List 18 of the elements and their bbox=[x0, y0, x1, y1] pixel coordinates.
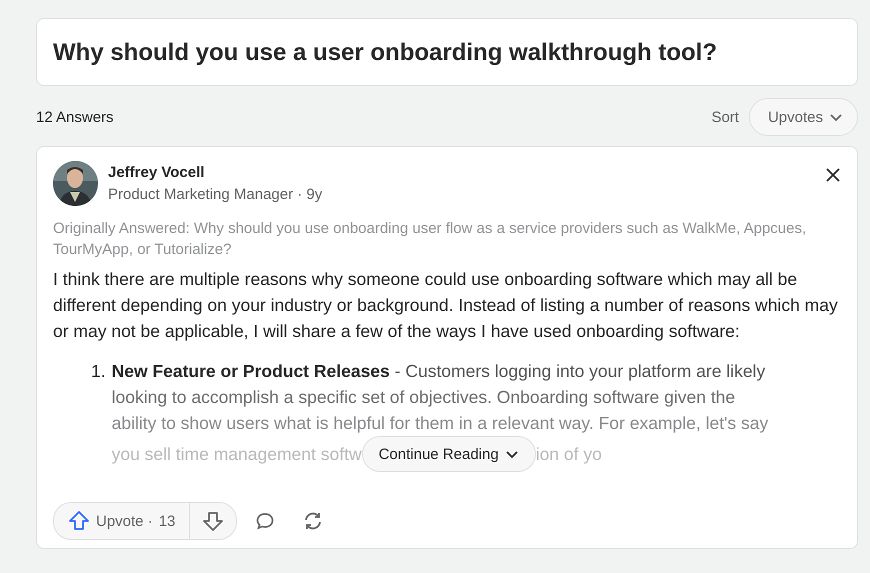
sort-dropdown[interactable]: Upvotes bbox=[748, 98, 858, 136]
continue-reading-button[interactable]: Continue Reading bbox=[362, 436, 536, 472]
author-credential: Product Marketing Manager · 9y bbox=[108, 186, 324, 203]
answer-text-line: ion of yo bbox=[536, 443, 602, 466]
sort-label: Sort bbox=[711, 108, 739, 126]
arrow-up-icon bbox=[68, 510, 90, 532]
answer-text-line: looking to accomplish a specific set of objectives. Onboarding software given the bbox=[112, 386, 736, 409]
author-name[interactable]: Jeffrey Vocell bbox=[108, 164, 815, 181]
close-icon[interactable] bbox=[825, 167, 841, 183]
arrow-down-icon bbox=[202, 510, 224, 532]
answer-text-line: you sell time management softw bbox=[112, 443, 362, 466]
answer-paragraph: I think there are multiple reasons why someone could use onboarding software which may all be different depending on your industry or background. Instead of listing a number of reasons which may or may not be applicable, I will share a few of the ways I have used onboarding software: bbox=[53, 268, 839, 343]
answer-text-line: New Feature or Product Releases - Customers logging into your platform are likely bbox=[112, 360, 766, 383]
list-number: 1. bbox=[91, 360, 106, 383]
answer-text-line: ability to show users what is helpful for them in a relevant way. For example, let's say bbox=[112, 412, 768, 435]
answer-count: 12 Answers bbox=[36, 108, 114, 126]
question-title: Why should you use a user onboarding walkthrough tool? bbox=[53, 39, 718, 67]
originally-answered-note: Originally Answered: Why should you use onboarding user flow as a service providers such as WalkMe, Appcues, TourMyApp, or Tutorialize? bbox=[53, 219, 808, 260]
